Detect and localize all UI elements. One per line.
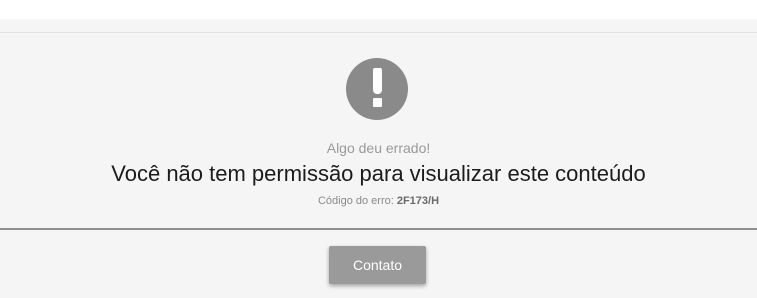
error-message: Você não tem permissão para visualizar e… bbox=[111, 161, 646, 186]
error-code: Código do erro: 2F173/H bbox=[0, 195, 757, 207]
contact-button[interactable]: Contato bbox=[329, 246, 426, 284]
top-bar bbox=[0, 0, 757, 19]
exclamation-dot bbox=[373, 98, 382, 107]
exclamation-circle-icon bbox=[346, 58, 408, 120]
top-divider bbox=[0, 32, 757, 33]
bottom-divider bbox=[0, 228, 757, 230]
exclamation-bar bbox=[373, 68, 382, 94]
error-code-value: 2F173/H bbox=[396, 195, 440, 207]
error-code-label: Código do erro: bbox=[317, 195, 394, 207]
error-subtitle: Algo deu errado! bbox=[326, 140, 431, 156]
